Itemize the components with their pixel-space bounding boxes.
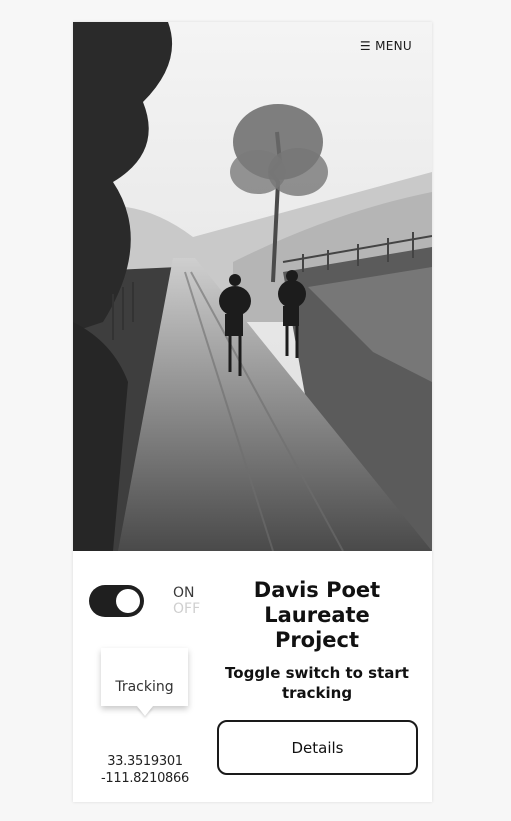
app-card: ☰ MENU ON OFF Davis Poet Laureate Projec… [73, 22, 432, 802]
off-label: OFF [173, 601, 201, 617]
on-label: ON [173, 585, 195, 601]
toggle-state-labels: ON OFF [173, 585, 200, 617]
tracking-instruction: Toggle switch to start tracking [225, 664, 409, 702]
tracking-bubble-label: Tracking [115, 679, 174, 695]
details-button-label: Details [291, 738, 344, 757]
menu-label: ☰ MENU [359, 39, 412, 53]
tracking-toggle[interactable] [89, 585, 144, 617]
toggle-knob [116, 589, 140, 613]
coordinates: 33.3519301 -111.8210866 [91, 753, 199, 787]
project-title: Davis Poet Laureate Project [253, 578, 381, 652]
details-button[interactable]: Details [217, 720, 418, 775]
longitude-value: -111.8210866 [101, 771, 189, 786]
tracking-bubble-tail [137, 706, 153, 716]
tracking-bubble: Tracking [101, 648, 188, 706]
hero-photo [73, 22, 432, 551]
menu-button[interactable]: ☰ MENU [360, 39, 412, 53]
latitude-value: 33.3519301 [107, 754, 183, 769]
